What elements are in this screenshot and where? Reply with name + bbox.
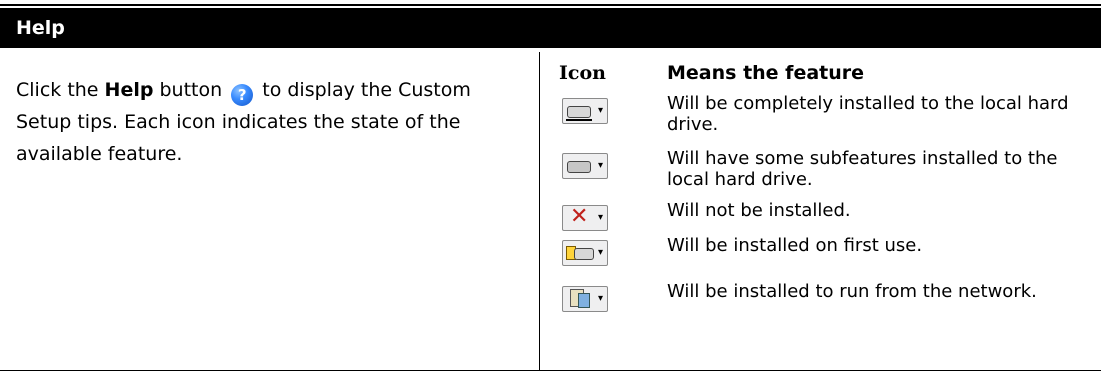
- hard-drive-icon: ▾: [562, 98, 608, 124]
- help-header-bar: Help: [0, 8, 1101, 48]
- row-description: Will be installed to run from the networ…: [667, 281, 1037, 302]
- row-description: Will be installed on first use.: [667, 235, 923, 256]
- bottom-rule: [0, 370, 1101, 371]
- column-header-means: Means the feature: [667, 62, 865, 84]
- not-installed-icon: ✕ ▾: [562, 204, 608, 231]
- help-description: Click the Help button ? to display the C…: [16, 74, 516, 170]
- column-divider: [539, 52, 540, 370]
- row-description: Will have some subfeatures installed to …: [667, 148, 1058, 190]
- column-header-icon: Icon: [559, 62, 606, 84]
- top-rule: [0, 4, 1101, 6]
- desc-text-2: button: [153, 79, 223, 101]
- desc-bold-help: Help: [104, 79, 154, 101]
- help-button-icon: ?: [231, 84, 254, 106]
- row-description: Will be completely installed to the loca…: [667, 93, 1069, 135]
- desc-text-1: Click the: [16, 79, 105, 101]
- header-title: Help: [16, 17, 65, 39]
- hard-drive-partial-icon: ▾: [562, 153, 608, 179]
- network-install-icon: ▾: [562, 286, 608, 312]
- install-on-first-use-icon: ▾: [562, 240, 608, 266]
- row-description: Will not be installed.: [667, 200, 851, 221]
